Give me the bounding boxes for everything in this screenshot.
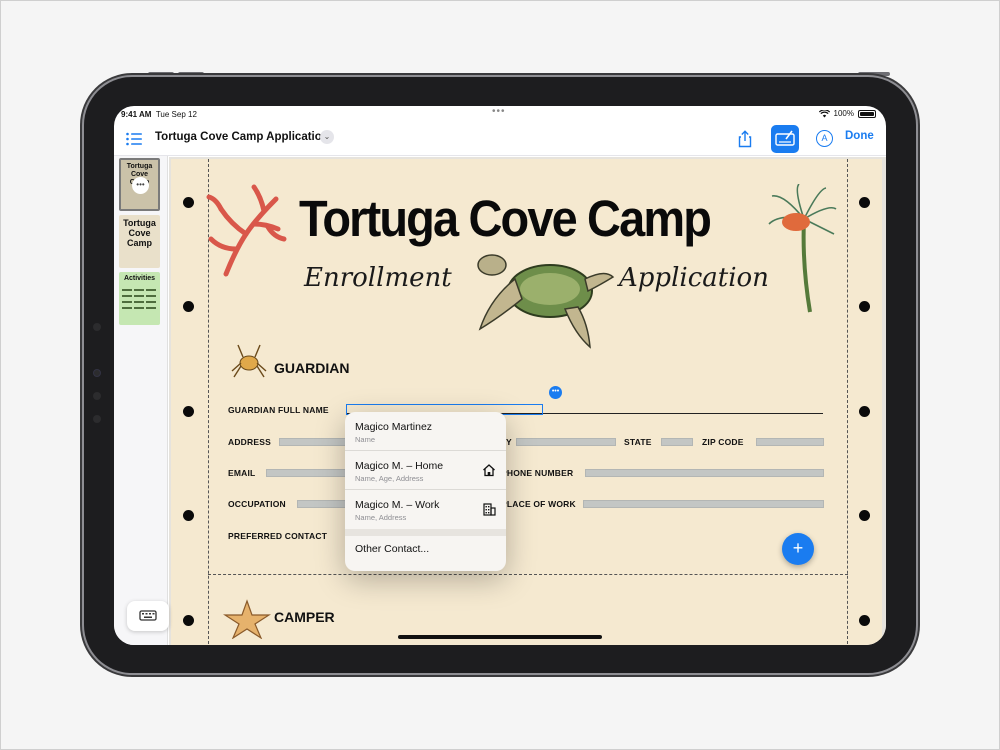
thumbnail-content-icon <box>122 289 156 309</box>
field-label: ADDRESS <box>228 437 271 447</box>
document-page: Tortuga Cove Camp Enrollment Application <box>171 159 882 645</box>
binder-hole <box>183 510 194 521</box>
field-label: PLACE OF WORK <box>501 499 576 509</box>
option-name: Magico M. – Work <box>355 499 440 511</box>
autofill-option[interactable]: Magico M. – Work Name, Address <box>345 490 506 529</box>
camper-section-heading: CAMPER <box>274 609 335 625</box>
starfish-illustration-icon <box>223 599 271 639</box>
multitask-dots-icon[interactable]: ••• <box>492 106 506 117</box>
keyboard-toggle-button[interactable] <box>127 601 169 631</box>
menu-separator <box>345 529 506 536</box>
power-button <box>858 72 890 76</box>
phone-field[interactable] <box>585 469 824 477</box>
page-thumbnail[interactable]: Activities <box>119 272 160 325</box>
zip-field[interactable] <box>756 438 824 446</box>
binder-hole <box>859 406 870 417</box>
other-contact-option[interactable]: Other Contact... <box>355 543 429 555</box>
option-detail: Name, Address <box>355 513 407 522</box>
status-bar: 9:41 AM Tue Sep 12 ••• 100% <box>114 106 886 124</box>
thumbnail-title: Activities <box>123 275 156 282</box>
list-icon[interactable] <box>126 132 142 146</box>
dashed-divider <box>208 574 848 575</box>
thumbnail-title: Tortuga Cove Camp <box>123 218 156 248</box>
page-thumbnail[interactable]: Tortuga Cove Camp ••• <box>119 158 160 211</box>
sea-turtle-illustration-icon <box>477 254 615 349</box>
field-label: STATE <box>624 437 652 447</box>
autofill-option[interactable]: Magico M. – Home Name, Age, Address <box>345 451 506 490</box>
city-field[interactable] <box>516 438 616 446</box>
place-of-work-field[interactable] <box>583 500 824 508</box>
autofill-contact-menu: Magico Martinez Name Magico M. – Home Na… <box>345 412 506 571</box>
binder-hole <box>859 615 870 626</box>
document-subtitle-left: Enrollment <box>304 263 452 293</box>
field-label: PHONE NUMBER <box>501 468 574 478</box>
markup-pen-icon[interactable]: A <box>816 130 833 147</box>
home-indicator[interactable] <box>398 635 602 639</box>
house-icon <box>483 464 495 477</box>
field-label: PREFERRED CONTACT <box>228 531 328 541</box>
sensor-dot <box>93 415 101 423</box>
binder-hole <box>859 301 870 312</box>
more-icon[interactable]: ••• <box>549 386 562 399</box>
binder-hole <box>859 510 870 521</box>
battery-percent: 100% <box>833 109 854 118</box>
field-label: ZIP CODE <box>702 437 744 447</box>
sensor-dot <box>93 392 101 400</box>
sea-anemone-illustration-icon <box>768 184 837 313</box>
autofill-form-button[interactable] <box>771 125 799 153</box>
occupation-field[interactable] <box>297 500 347 508</box>
share-icon[interactable] <box>736 130 754 148</box>
email-field[interactable] <box>266 469 347 477</box>
binder-hole <box>183 301 194 312</box>
option-detail: Name <box>355 435 376 444</box>
binder-hole <box>859 197 870 208</box>
address-field[interactable] <box>279 438 347 446</box>
dashed-margin <box>847 159 848 645</box>
page-thumbnail-sidebar: Tortuga Cove Camp ••• Tortuga Cove Camp … <box>114 156 168 645</box>
status-time: 9:41 AM <box>121 110 152 119</box>
option-name: Magico M. – Home <box>355 460 444 472</box>
document-subtitle-right: Application <box>619 263 769 293</box>
binder-hole <box>183 406 194 417</box>
battery-icon <box>858 109 876 118</box>
status-date: Tue Sep 12 <box>155 110 197 119</box>
option-name: Magico Martinez <box>355 421 433 433</box>
wifi-icon <box>818 109 830 117</box>
done-button[interactable]: Done <box>845 130 874 142</box>
binder-hole <box>183 615 194 626</box>
form-fill-icon <box>775 130 795 146</box>
chevron-down-icon[interactable]: ⌄ <box>320 130 334 144</box>
page-thumbnail[interactable]: Tortuga Cove Camp <box>119 215 160 268</box>
field-label: GUARDIAN FULL NAME <box>228 405 329 415</box>
document-title[interactable]: Tortuga Cove Camp Application <box>155 131 329 143</box>
field-label: Y <box>506 437 512 447</box>
keyboard-icon <box>139 610 157 621</box>
guardian-section-heading: GUARDIAN <box>274 360 350 376</box>
option-detail: Name, Age, Address <box>355 474 424 483</box>
document-viewport[interactable]: Tortuga Cove Camp Enrollment Application <box>169 157 886 645</box>
autofill-option[interactable]: Magico Martinez Name <box>345 412 506 451</box>
field-label: OCCUPATION <box>228 499 286 509</box>
camera-dot <box>93 323 101 331</box>
crab-illustration-icon <box>231 344 267 378</box>
coral-illustration-icon <box>206 184 287 277</box>
volume-button <box>148 72 174 76</box>
binder-hole <box>183 197 194 208</box>
building-icon <box>483 503 496 516</box>
volume-button <box>178 72 204 76</box>
add-button[interactable]: + <box>782 533 814 565</box>
toolbar: Tortuga Cove Camp Application ⌄ A Done <box>114 124 886 156</box>
camera-lens <box>93 369 101 377</box>
screen: 9:41 AM Tue Sep 12 ••• 100% Tortuga Cove… <box>114 106 886 645</box>
field-label: EMAIL <box>228 468 256 478</box>
more-icon[interactable]: ••• <box>132 177 149 194</box>
state-field[interactable] <box>661 438 693 446</box>
